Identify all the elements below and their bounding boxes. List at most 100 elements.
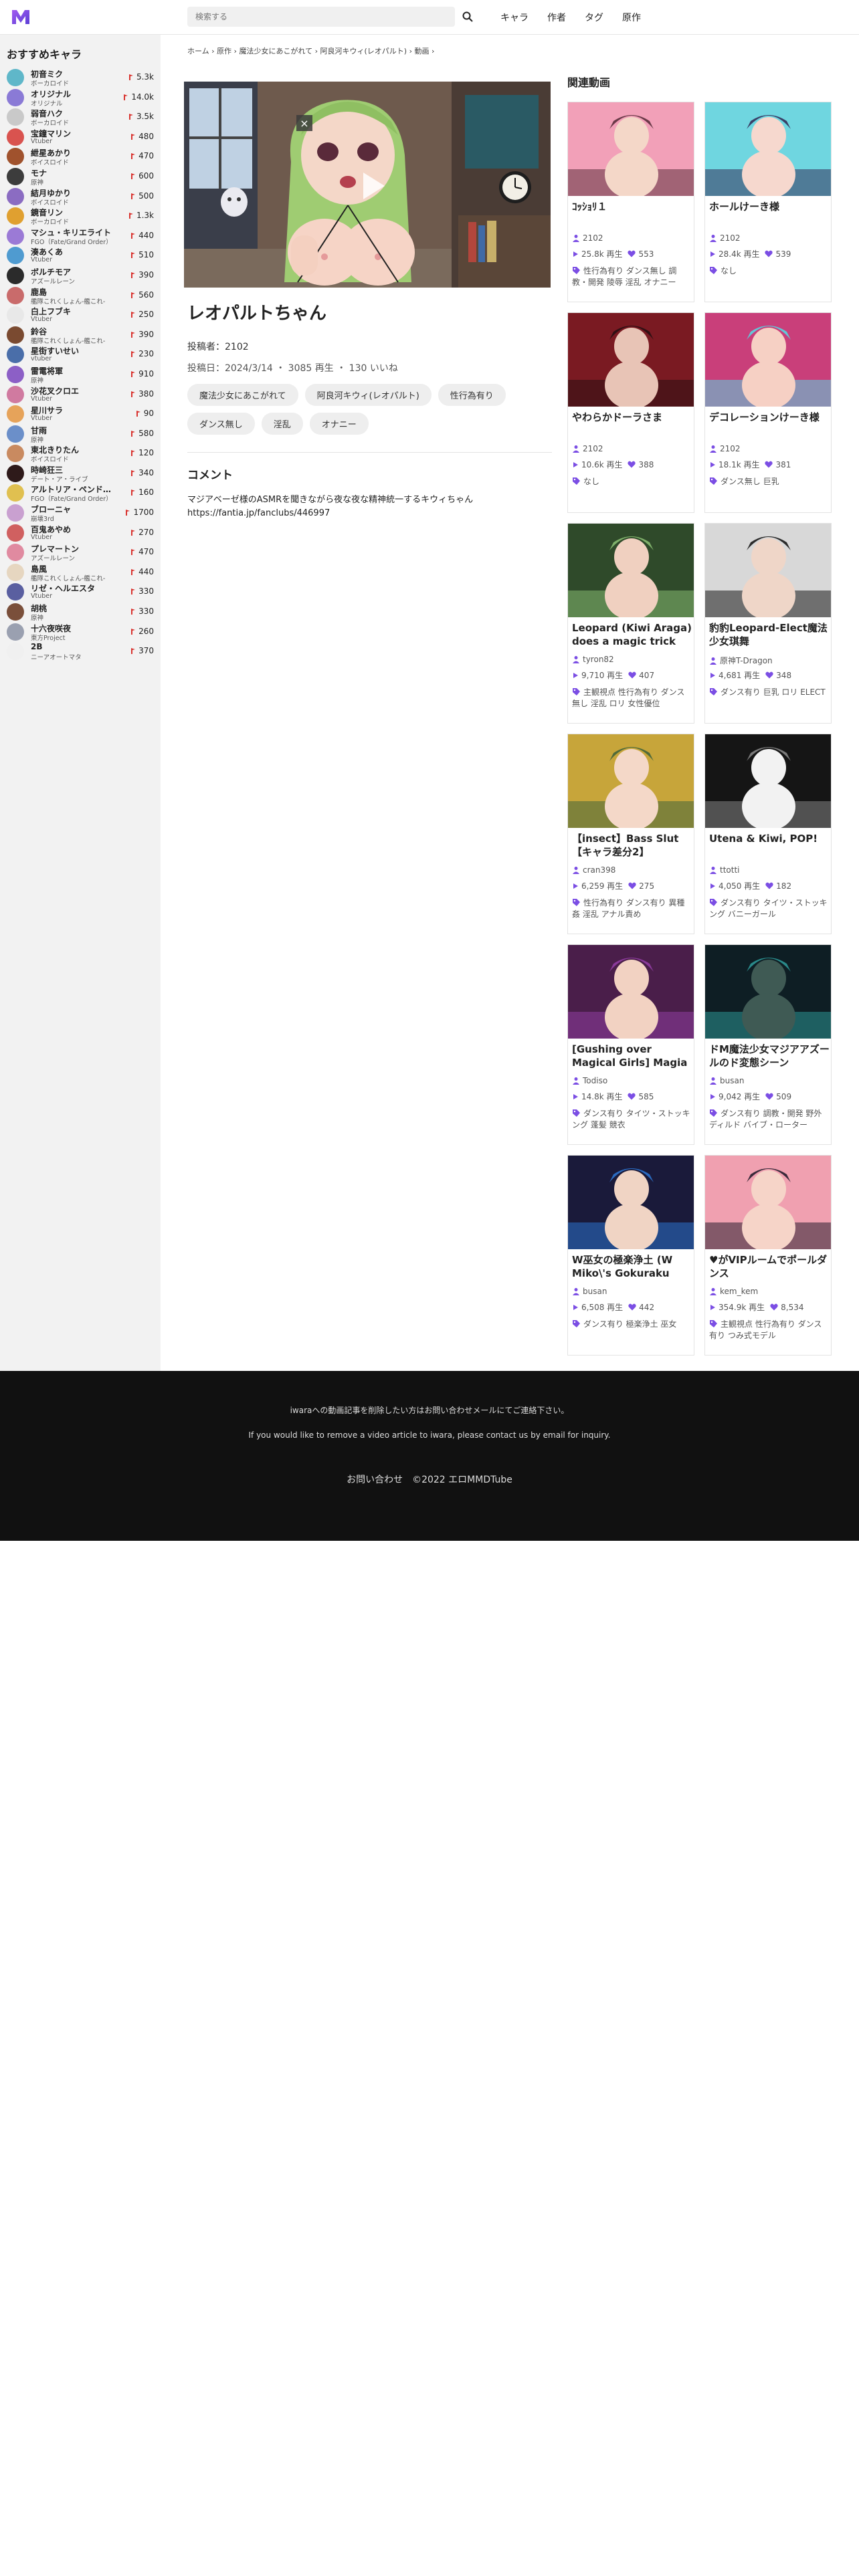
sidebar-item[interactable]: プレマートン アズールレーン 470 <box>0 542 161 562</box>
card-tag-list[interactable]: ダンス無し 巨乳 <box>721 477 779 486</box>
card-author-name[interactable]: 2102 <box>720 444 741 453</box>
sidebar-item[interactable]: 時崎狂三 デート・ア・ライブ 340 <box>0 463 161 484</box>
card-author-name[interactable]: tyron82 <box>583 655 614 664</box>
video-thumbnail[interactable] <box>568 102 694 196</box>
card-author-name[interactable]: busan <box>720 1076 744 1085</box>
search-button[interactable] <box>458 7 478 27</box>
sidebar-item[interactable]: 沙花叉クロエ Vtuber 380 <box>0 384 161 404</box>
card-title[interactable]: やわらかドーラさま <box>572 411 692 439</box>
related-video-card[interactable]: デコレーションけーき様 2102 18.1k 再生 381 ダンス無し 巨乳 <box>704 312 832 513</box>
sidebar-item[interactable]: 星川サラ Vtuber 90 <box>0 403 161 423</box>
card-title[interactable]: Leopard (Kiwi Araga) does a magic trick <box>572 621 692 649</box>
card-tag-list[interactable]: ダンス有り 調教・開発 野外 ディルド バイブ・ローター <box>709 1109 822 1130</box>
sidebar-item[interactable]: 鹿島 艦隊これくしょん-艦これ- 560 <box>0 285 161 306</box>
sidebar-item[interactable]: アルトリア・ペンドラゴン FGO（Fate/Grand Order） 160 <box>0 482 161 503</box>
related-video-card[interactable]: ｺｯｼｮﾘ１ 2102 25.8k 再生 553 性行為有り ダンス無し 調教・開発 陵… <box>567 102 694 302</box>
sidebar-item[interactable]: 白上フブキ Vtuber 250 <box>0 304 161 324</box>
sidebar-item[interactable]: 雷電将軍 原神 910 <box>0 364 161 385</box>
sidebar-item[interactable]: 宝鐘マリン Vtuber 480 <box>0 126 161 146</box>
video-thumbnail[interactable] <box>705 524 832 617</box>
sidebar-item[interactable]: 島風 艦隊これくしょん-艦これ- 440 <box>0 562 161 582</box>
video-thumbnail[interactable] <box>568 734 694 828</box>
sidebar-item[interactable]: 十六夜咲夜 東方Project 260 <box>0 621 161 642</box>
tag-chip[interactable]: 性行為有り <box>438 384 506 406</box>
sidebar-item[interactable]: 湊あくあ Vtuber 510 <box>0 245 161 265</box>
site-logo[interactable] <box>11 8 31 25</box>
nav-chara[interactable]: キャラ <box>500 11 529 24</box>
card-author-name[interactable]: busan <box>583 1287 607 1296</box>
video-player[interactable]: × <box>184 82 551 288</box>
related-video-card[interactable]: ♥がVIPルームでポールダンス kem_kem 354.9k 再生 8,534 主観視点… <box>704 1155 832 1356</box>
card-author-name[interactable]: 2102 <box>720 233 741 243</box>
sidebar-item[interactable]: マシュ・キリエライト FGO（Fate/Grand Order） 440 <box>0 225 161 246</box>
sidebar-item[interactable]: リゼ・ヘルエスタ Vtuber 330 <box>0 581 161 601</box>
video-thumbnail[interactable] <box>705 734 832 828</box>
card-title[interactable]: ｺｯｼｮﾘ１ <box>572 200 692 228</box>
card-title[interactable]: ホールけーき様 <box>709 200 830 228</box>
card-author-name[interactable]: cran398 <box>583 865 615 875</box>
video-thumbnail[interactable] <box>705 1156 832 1249</box>
sidebar-item[interactable]: 鏡音リン ボーカロイド 1.3k <box>0 205 161 226</box>
card-tag-list[interactable]: 性行為有り ダンス無し 調教・開発 陵辱 淫乱 オナニー <box>572 266 676 287</box>
tag-chip[interactable]: オナニー <box>309 413 369 435</box>
video-thumbnail[interactable] <box>568 1156 694 1249</box>
card-tag-list[interactable]: ダンス有り 巨乳 ロリ ELECT <box>721 687 826 697</box>
related-video-card[interactable]: [Gushing over Magical Girls] Magia Baise… <box>567 944 694 1145</box>
card-author-name[interactable]: ttotti <box>720 865 740 875</box>
sidebar-item[interactable]: 初音ミク ボーカロイド 5.3k <box>0 67 161 88</box>
close-ad-button[interactable]: × <box>296 115 312 131</box>
video-thumbnail[interactable] <box>568 945 694 1039</box>
sidebar-item[interactable]: 2B ニーアオートマタ 370 <box>0 641 161 661</box>
related-video-card[interactable]: Leopard (Kiwi Araga) does a magic trick t… <box>567 523 694 724</box>
card-tag-list[interactable]: ダンス有り タイツ・ストッキング 蓬髪 競衣 <box>572 1109 690 1130</box>
sidebar-item[interactable]: 百鬼あやめ Vtuber 270 <box>0 522 161 542</box>
related-video-card[interactable]: ドM魔法少女マジアアズールのド変態シーン busan 9,042 再生 509 ダンス有… <box>704 944 832 1145</box>
related-video-card[interactable]: 【insect】Bass Slut【キャラ差分2】 cran398 6,259 再生… <box>567 734 694 934</box>
sidebar-item[interactable]: 胡桃 原神 330 <box>0 601 161 622</box>
fanclub-link[interactable]: https://fantia.jp/fanclubs/446997 <box>187 508 330 518</box>
tag-chip[interactable]: 阿良河キウィ(レオパルト) <box>304 384 432 406</box>
card-tag-list[interactable]: ダンス有り タイツ・ストッキング バニーガール <box>709 898 828 919</box>
card-author-name[interactable]: 2102 <box>583 233 603 243</box>
related-video-card[interactable]: Utena & Kiwi, POP! ttotti 4,050 再生 182 ダンス有り… <box>704 734 832 934</box>
card-tag-list[interactable]: なし <box>721 266 737 276</box>
video-thumbnail[interactable] <box>568 524 694 617</box>
sidebar-item[interactable]: 星街すいせい vtuber 230 <box>0 344 161 364</box>
card-author-name[interactable]: kem_kem <box>720 1287 758 1296</box>
poster-link[interactable]: 2102 <box>225 342 249 352</box>
card-title[interactable]: デコレーションけーき様 <box>709 411 830 439</box>
card-tag-list[interactable]: ダンス有り 極楽浄土 巫女 <box>583 1319 676 1329</box>
card-tag-list[interactable]: 主観視点 性行為有り ダンス有り つみ式モデル <box>709 1319 822 1340</box>
tag-chip[interactable]: 魔法少女にあこがれて <box>187 384 298 406</box>
card-title[interactable]: W巫女の極楽浄土 (W Miko\'s Gokuraku Jodo) <box>572 1253 692 1281</box>
play-icon[interactable] <box>353 167 390 205</box>
card-title[interactable]: ドM魔法少女マジアアズールのド変態シーン <box>709 1043 830 1071</box>
card-title[interactable]: [Gushing over Magical Girls] Magia Baise… <box>572 1043 692 1071</box>
sidebar-item[interactable]: モナ 原神 600 <box>0 166 161 187</box>
nav-original[interactable]: 原作 <box>622 11 641 24</box>
nav-tag[interactable]: タグ <box>585 11 603 24</box>
sidebar-item[interactable]: 甘雨 原神 580 <box>0 423 161 444</box>
sidebar-item[interactable]: ブローニャ 崩壊3rd 1700 <box>0 502 161 523</box>
video-thumbnail[interactable] <box>568 313 694 407</box>
card-author-name[interactable]: 原神T-Dragon <box>720 655 773 666</box>
related-video-card[interactable]: やわらかドーラさま 2102 10.6k 再生 388 なし <box>567 312 694 513</box>
card-title[interactable]: ♥がVIPルームでポールダンス <box>709 1253 830 1281</box>
related-video-card[interactable]: ホールけーき様 2102 28.4k 再生 539 なし <box>704 102 832 302</box>
tag-chip[interactable]: 淫乱 <box>261 413 303 435</box>
card-tag-list[interactable]: なし <box>583 477 599 486</box>
related-video-card[interactable]: W巫女の極楽浄土 (W Miko\'s Gokuraku Jodo) busan 6… <box>567 1155 694 1356</box>
video-thumbnail[interactable] <box>705 102 832 196</box>
sidebar-item[interactable]: 結月ゆかり ボイスロイド 500 <box>0 186 161 207</box>
card-title[interactable]: 【insect】Bass Slut【キャラ差分2】 <box>572 832 692 860</box>
sidebar-item[interactable]: 鈴谷 艦隊これくしょん-艦これ- 390 <box>0 324 161 345</box>
breadcrumb[interactable]: ホーム › 原作 › 魔法少女にあこがれて › 阿良河キウィ(レオパルト) › … <box>187 45 434 56</box>
search-input[interactable] <box>187 7 455 27</box>
sidebar-item[interactable]: ボルチモア アズールレーン 390 <box>0 265 161 286</box>
card-author-name[interactable]: Todiso <box>583 1076 607 1085</box>
footer-links[interactable]: お問い合わせ ©2022 エロMMDTube <box>0 1473 859 1486</box>
sidebar-item[interactable]: 弱音ハク ボーカロイド 3.5k <box>0 106 161 127</box>
card-author-name[interactable]: 2102 <box>583 444 603 453</box>
nav-author[interactable]: 作者 <box>547 11 566 24</box>
sidebar-item[interactable]: 紲星あかり ボイスロイド 470 <box>0 146 161 167</box>
